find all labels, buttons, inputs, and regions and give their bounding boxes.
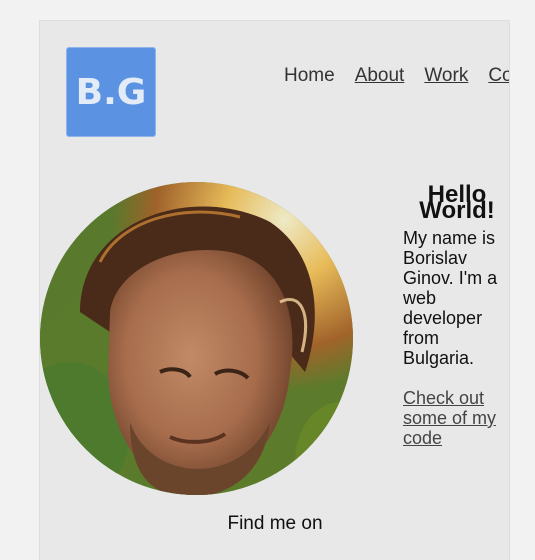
nav-work-link[interactable]: Work (424, 65, 468, 86)
hero-heading: Hello World! (419, 181, 495, 225)
nav-home-link[interactable]: Home (284, 65, 335, 86)
profile-photo (40, 182, 353, 495)
main-nav: Home About Work Contact (264, 65, 509, 86)
portrait-photo-icon (40, 182, 353, 495)
find-me-label: Find me on (227, 513, 323, 534)
logo[interactable]: B.G (66, 47, 156, 137)
nav-contact-link[interactable]: Contact (488, 65, 509, 86)
nav-about-link[interactable]: About (355, 65, 405, 86)
page-card: B.G Home About Work Contact (39, 20, 510, 560)
code-link[interactable]: Check out some of my code (403, 388, 509, 448)
hero-bio: My name is Borislav Ginov. I'm a web dev… (403, 228, 498, 368)
logo-text: B.G (75, 71, 147, 113)
